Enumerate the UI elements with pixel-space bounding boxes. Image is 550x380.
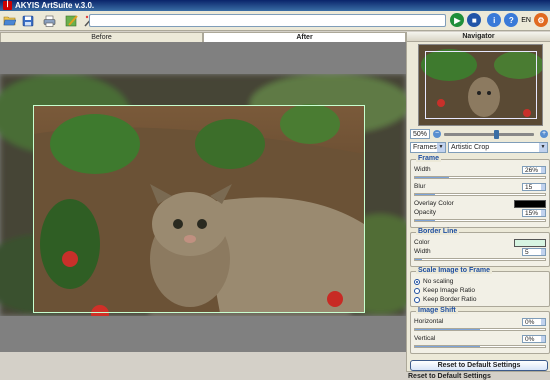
horizontal-label: Horizontal (414, 318, 444, 325)
scale-option-keep-image-ratio[interactable]: Keep Image Ratio (414, 286, 546, 295)
border-color-swatch[interactable] (514, 238, 546, 247)
scale-group-title: Scale Image to Frame (416, 267, 492, 274)
border-line-group: Border Line Color Width 5 (410, 228, 550, 267)
radio-no-scaling[interactable] (414, 278, 420, 285)
zoom-value[interactable]: 50% (410, 129, 430, 139)
navigator-preview[interactable] (418, 44, 543, 126)
scale-group: Scale Image to Frame No scaling Keep Ima… (410, 267, 550, 307)
border-width-field[interactable]: 5 (522, 247, 546, 256)
stop-icon[interactable]: ■ (467, 13, 482, 27)
border-color-label: Color (414, 239, 430, 246)
save-icon[interactable] (20, 13, 35, 28)
reset-defaults-button[interactable]: Reset to Default Settings (410, 360, 548, 371)
zoom-control: 50% − + (410, 128, 548, 140)
tab-before[interactable]: Before (0, 32, 203, 42)
overlay-color-swatch[interactable] (514, 199, 546, 208)
vertical-field[interactable]: 0% (522, 334, 546, 343)
opacity-label: Opacity (414, 209, 437, 216)
frame-blur-label: Blur (414, 183, 426, 190)
radio-keep-border-ratio[interactable] (414, 296, 420, 303)
settings-groups: Frame Width 26% Blur 15 Overlay Color Op… (410, 155, 550, 354)
effect-brush-icon[interactable] (64, 13, 79, 28)
effect-select[interactable]: Artistic Crop ▼ (448, 142, 548, 153)
category-select-value: Frames (413, 144, 437, 151)
settings-icon[interactable]: ⚙ (534, 13, 548, 27)
status-bar-text: Reset to Default Settings (406, 371, 550, 380)
chevron-down-icon: ▼ (539, 143, 547, 152)
border-width-slider[interactable] (414, 258, 546, 261)
language-label[interactable]: EN (521, 17, 531, 24)
vertical-label: Vertical (414, 335, 436, 342)
open-icon[interactable] (2, 13, 17, 28)
radio-keep-image-ratio[interactable] (414, 287, 420, 294)
effect-selectors: Frames ▼ Artistic Crop ▼ (410, 142, 550, 153)
overlay-color-label: Overlay Color (414, 200, 454, 207)
window-title: AKYIS ArtSuite v.3.0. (15, 1, 95, 10)
crop-frame-border (33, 105, 365, 313)
frame-blur-field[interactable]: 15 (522, 182, 546, 191)
zoom-in-icon[interactable]: + (540, 130, 548, 138)
horizontal-slider[interactable] (414, 328, 546, 331)
scale-option-no-scaling[interactable]: No scaling (414, 277, 546, 286)
help-icon[interactable]: ? (504, 13, 519, 27)
navigator-title: Navigator (407, 32, 550, 42)
image-canvas[interactable] (0, 42, 406, 352)
navigator-view-rect[interactable] (425, 51, 537, 119)
border-width-label: Width (414, 248, 431, 255)
canvas-scrollbar[interactable] (0, 352, 406, 360)
border-line-title: Border Line (416, 228, 460, 235)
vertical-slider[interactable] (414, 345, 546, 348)
chevron-down-icon: ▼ (437, 143, 445, 152)
opacity-slider[interactable] (414, 219, 546, 222)
frame-width-slider[interactable] (414, 176, 546, 179)
image-shift-group: Image Shift Horizontal 0% Vertical 0% (410, 307, 550, 354)
toolbar: ▶ ■ i ? EN ⚙ (0, 11, 550, 31)
horizontal-field[interactable]: 0% (522, 317, 546, 326)
run-icon[interactable]: ▶ (450, 13, 465, 27)
view-tabs: Before After (0, 32, 406, 42)
frame-width-label: Width (414, 166, 431, 173)
frame-group: Frame Width 26% Blur 15 Overlay Color Op… (410, 155, 550, 228)
zoom-slider[interactable] (444, 129, 534, 139)
settings-panel: Navigator 50% − + Frames ▼ Artistic Crop… (406, 32, 550, 380)
info-icon[interactable]: i (487, 13, 502, 27)
print-icon[interactable] (42, 13, 57, 28)
scale-option-keep-border-ratio[interactable]: Keep Border Ratio (414, 295, 546, 304)
effect-select-value: Artistic Crop (451, 144, 490, 151)
zoom-out-icon[interactable]: − (433, 130, 441, 138)
category-select[interactable]: Frames ▼ (410, 142, 446, 153)
tab-after[interactable]: After (203, 32, 406, 42)
title-bar: ꟾ AKYIS ArtSuite v.3.0. (0, 0, 550, 11)
frame-blur-slider[interactable] (414, 193, 546, 196)
path-input[interactable] (89, 14, 446, 27)
frame-group-title: Frame (416, 155, 442, 162)
image-shift-title: Image Shift (416, 307, 458, 314)
opacity-field[interactable]: 15% (522, 208, 546, 217)
frame-width-field[interactable]: 26% (522, 165, 546, 174)
akvis-logo-icon: ꟾ (3, 1, 12, 10)
zoom-slider-thumb[interactable] (493, 129, 499, 139)
